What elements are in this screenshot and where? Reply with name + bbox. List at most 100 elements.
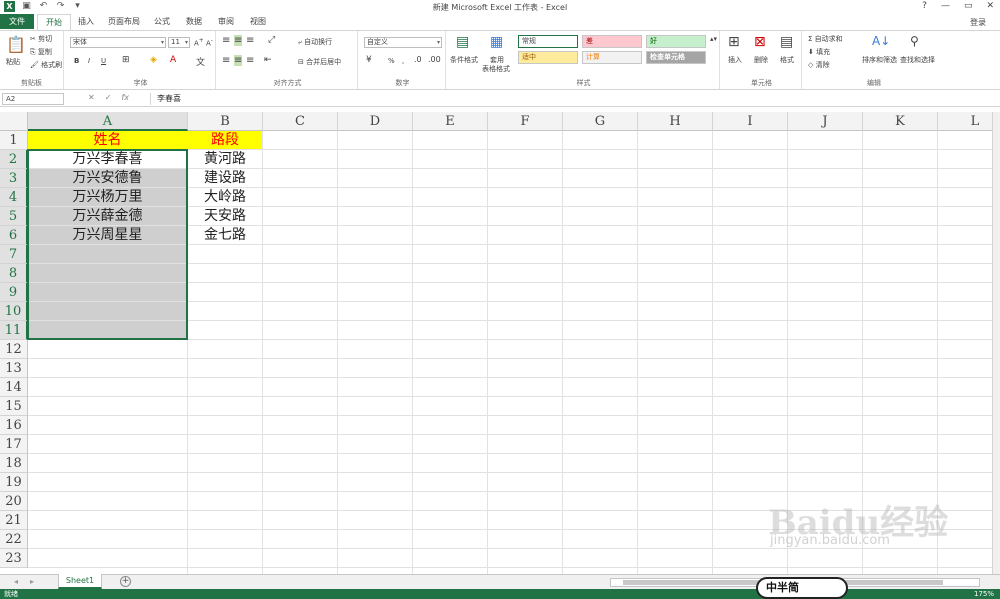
percent-button[interactable]: % — [388, 57, 395, 65]
cell-b6[interactable]: 金七路 — [188, 226, 262, 244]
shrink-font-button[interactable]: A- — [206, 38, 213, 47]
fill-button[interactable]: ⬇ 填充 — [808, 47, 830, 57]
tab-home[interactable]: 开始 — [37, 14, 71, 30]
cell-a5[interactable]: 万兴薛金德 — [28, 207, 187, 225]
prev-sheet-icon[interactable]: ◂ — [14, 577, 18, 586]
phonetic-icon[interactable]: 文 — [196, 55, 205, 68]
cell-a8[interactable] — [28, 264, 187, 282]
row-header-9[interactable]: 9 — [0, 283, 28, 302]
formula-input[interactable]: 李春喜 — [150, 93, 996, 105]
border-icon[interactable]: ⊞ — [122, 55, 130, 65]
column-header-j[interactable]: J — [788, 112, 863, 131]
column-header-b[interactable]: B — [188, 112, 263, 131]
cell-a10[interactable] — [28, 302, 187, 320]
conditional-format-icon[interactable]: ▤ — [456, 34, 469, 50]
sort-filter-icon[interactable]: A↓ — [872, 34, 890, 48]
vertical-scrollbar[interactable] — [992, 112, 1000, 574]
decrease-decimal-icon[interactable]: .00 — [428, 55, 441, 64]
fill-color-icon[interactable]: ◈ — [150, 55, 157, 65]
row-header-17[interactable]: 17 — [0, 435, 28, 454]
row-header-11[interactable]: 11 — [0, 321, 28, 340]
paste-icon[interactable]: 📋 — [6, 35, 26, 54]
row-header-16[interactable]: 16 — [0, 416, 28, 435]
conditional-format-button[interactable]: 条件格式 — [450, 55, 478, 65]
increase-decimal-icon[interactable]: .0 — [414, 55, 422, 64]
styles-more-icon[interactable]: ▴▾ — [710, 35, 717, 43]
style-neutral[interactable]: 适中 — [518, 51, 578, 64]
cell-a4[interactable]: 万兴杨万里 — [28, 188, 187, 206]
clear-button[interactable]: ◇ 清除 — [808, 60, 830, 70]
add-sheet-button[interactable]: + — [120, 576, 131, 587]
currency-icon[interactable]: ¥ — [366, 55, 372, 65]
row-header-8[interactable]: 8 — [0, 264, 28, 283]
row-header-10[interactable]: 10 — [0, 302, 28, 321]
row-header-20[interactable]: 20 — [0, 492, 28, 511]
cell-a2[interactable]: 万兴李春喜 — [28, 150, 187, 168]
column-header-c[interactable]: C — [263, 112, 338, 131]
font-name-select[interactable]: 宋体 ▾ — [70, 37, 166, 48]
tab-file[interactable]: 文件 — [0, 14, 34, 29]
find-select-icon[interactable]: ⚲ — [910, 34, 919, 48]
cell-b4[interactable]: 大岭路 — [188, 188, 262, 206]
cell-a7[interactable] — [28, 245, 187, 263]
row-header-1[interactable]: 1 — [0, 131, 28, 150]
column-header-g[interactable]: G — [563, 112, 638, 131]
font-size-select[interactable]: 11 ▾ — [168, 37, 190, 48]
cell-a6[interactable]: 万兴周星星 — [28, 226, 187, 244]
insert-cells-button[interactable]: 插入 — [728, 55, 742, 65]
cell-b1[interactable]: 路段 — [188, 131, 262, 149]
comma-button[interactable]: , — [402, 57, 404, 65]
italic-button[interactable]: I — [88, 57, 90, 65]
cell-a11[interactable] — [28, 321, 187, 339]
column-header-l[interactable]: L — [938, 112, 1000, 131]
row-header-23[interactable]: 23 — [0, 549, 28, 568]
restore-button[interactable]: ▭ — [964, 1, 973, 11]
name-box[interactable]: A2 — [2, 93, 64, 105]
align-middle-icon[interactable]: ≡ — [234, 35, 243, 46]
sort-filter-button[interactable]: 排序和筛选 — [862, 55, 897, 65]
align-left-icon[interactable]: ≡ — [222, 55, 230, 66]
enter-icon[interactable]: ✓ — [105, 93, 112, 105]
row-header-15[interactable]: 15 — [0, 397, 28, 416]
font-color-icon[interactable]: A — [170, 55, 176, 65]
style-good[interactable]: 好 — [646, 35, 706, 48]
cell-a9[interactable] — [28, 283, 187, 301]
close-button[interactable]: ✕ — [986, 1, 994, 11]
row-header-18[interactable]: 18 — [0, 454, 28, 473]
style-bad[interactable]: 差 — [582, 35, 642, 48]
row-header-5[interactable]: 5 — [0, 207, 28, 226]
style-calculation[interactable]: 计算 — [582, 51, 642, 64]
row-header-21[interactable]: 21 — [0, 511, 28, 530]
delete-cells-button[interactable]: 删除 — [754, 55, 768, 65]
number-format-select[interactable]: 自定义 ▾ — [364, 37, 442, 48]
bold-button[interactable]: B — [74, 57, 79, 65]
row-header-22[interactable]: 22 — [0, 530, 28, 549]
orientation-icon[interactable]: ⤢ — [268, 35, 275, 45]
help-button[interactable]: ? — [922, 1, 927, 11]
indent-icon[interactable]: ⇤ — [264, 55, 272, 65]
autosum-button[interactable]: Σ 自动求和 — [808, 34, 843, 44]
format-cells-icon[interactable]: ▤ — [780, 34, 793, 50]
row-header-7[interactable]: 7 — [0, 245, 28, 264]
column-header-d[interactable]: D — [338, 112, 413, 131]
align-center-icon[interactable]: ≡ — [234, 55, 243, 66]
wrap-text-button[interactable]: ⤶ 自动换行 — [298, 37, 332, 47]
format-cells-button[interactable]: 格式 — [780, 55, 794, 65]
row-header-2[interactable]: 2 — [0, 150, 28, 169]
cut-button[interactable]: ✂ 剪切 — [30, 34, 52, 44]
tab-view[interactable]: 视图 — [250, 16, 266, 27]
cell-a1[interactable]: 姓名 — [28, 131, 187, 149]
align-top-icon[interactable]: ≡ — [222, 35, 230, 46]
tab-data[interactable]: 数据 — [186, 16, 202, 27]
tab-review[interactable]: 审阅 — [218, 16, 234, 27]
grow-font-button[interactable]: A+ — [194, 38, 204, 47]
column-header-h[interactable]: H — [638, 112, 713, 131]
row-header-19[interactable]: 19 — [0, 473, 28, 492]
row-header-13[interactable]: 13 — [0, 359, 28, 378]
style-normal[interactable]: 常规 — [518, 35, 578, 48]
tab-page-layout[interactable]: 页面布局 — [108, 16, 140, 27]
underline-button[interactable]: U — [101, 57, 106, 65]
align-bottom-icon[interactable]: ≡ — [246, 35, 254, 46]
delete-cells-icon[interactable]: ⊠ — [754, 34, 766, 50]
minimize-button[interactable]: — — [941, 1, 950, 11]
